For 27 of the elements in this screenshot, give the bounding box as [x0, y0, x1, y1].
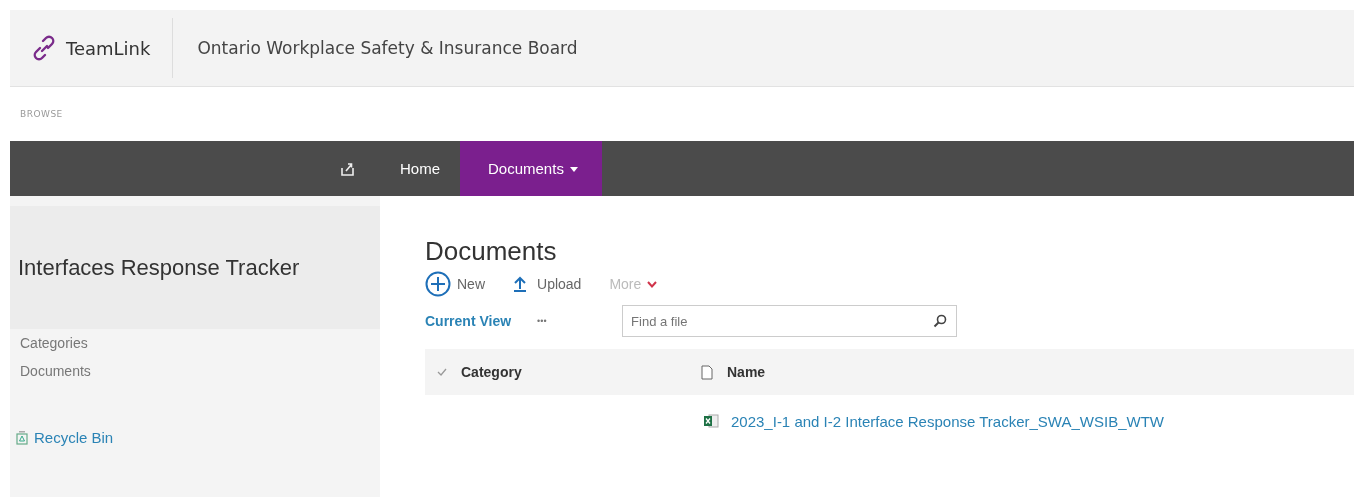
spreadsheet-file-icon	[703, 413, 719, 429]
sidebar-item[interactable]: Categories	[20, 335, 370, 351]
recycle-bin-icon	[16, 430, 28, 445]
sidebar-title[interactable]: Interfaces Response Tracker	[10, 254, 300, 281]
column-header[interactable]: Name	[727, 364, 766, 380]
recycle-bin-link[interactable]: Recycle Bin	[34, 429, 114, 446]
search-field[interactable]: Find a file	[622, 305, 958, 337]
nav-tab[interactable]: Documents	[460, 141, 602, 196]
nav-tab[interactable]: Home	[380, 141, 460, 196]
file-name-link[interactable]: 2023_I-1 and I-2 Interface Response Tracker_SWA_WSIB_WTW	[731, 412, 1164, 430]
search-icon[interactable]	[933, 314, 948, 328]
column-header[interactable]: Category	[461, 364, 522, 380]
site-title[interactable]: Ontario Workplace Safety & Insurance Board	[197, 38, 578, 58]
checkmark-icon[interactable]	[437, 368, 447, 376]
chevron-down-icon	[647, 280, 658, 288]
more-options-button[interactable]: •••	[537, 316, 598, 326]
page-title: Documents	[425, 236, 558, 267]
upload-button[interactable]: Upload	[513, 276, 582, 292]
caret-icon	[569, 167, 578, 172]
sidebar-item[interactable]: Documents	[20, 363, 370, 379]
document-icon	[701, 364, 713, 380]
current-view-link[interactable]: Current View	[425, 313, 512, 329]
brand-name[interactable]: TeamLink	[66, 37, 151, 59]
new-button[interactable]: New	[425, 271, 485, 297]
plus-circle-icon	[425, 271, 451, 297]
share-icon[interactable]	[340, 160, 356, 177]
upload-icon	[513, 276, 527, 292]
